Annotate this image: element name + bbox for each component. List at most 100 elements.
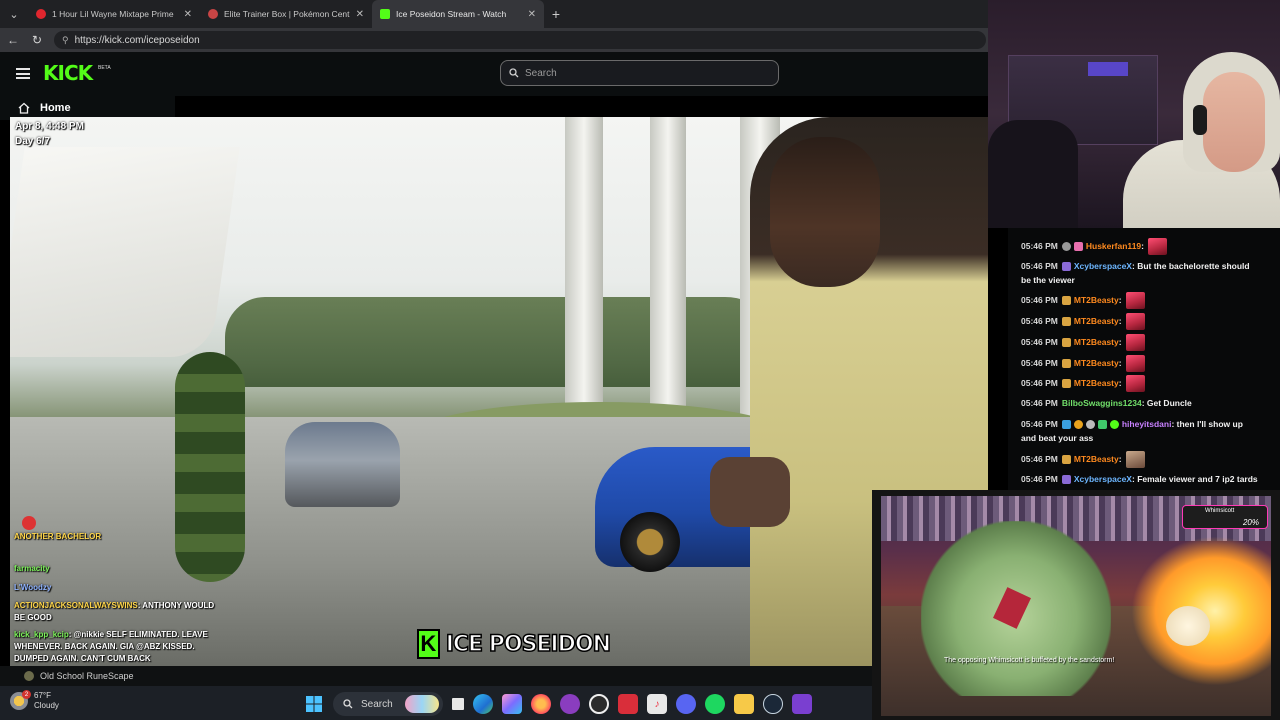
new-tab-button[interactable]: + — [544, 6, 568, 22]
address-bar-row: ← ↻ ⚲ https://kick.com/iceposeidon — [0, 28, 990, 52]
chat-message: 05:46 PM MT2Beasty: — [1021, 292, 1271, 309]
badge-icon — [1061, 359, 1071, 368]
battle-message: The opposing Whimsicott is buffeted by t… — [944, 657, 1115, 664]
chat-username[interactable]: XcyberspaceX — [1074, 261, 1132, 271]
opponent-pokemon-name: Whimsicott — [1205, 508, 1235, 514]
pokemon-center-favicon-icon — [208, 9, 218, 19]
kick-favicon-icon — [380, 9, 390, 19]
app-icon[interactable] — [560, 694, 580, 714]
spotify-icon[interactable] — [705, 694, 725, 714]
monitor — [1088, 62, 1128, 76]
app-purple-icon[interactable] — [792, 694, 812, 714]
badge-icon — [1097, 420, 1107, 430]
browser-tab-2[interactable]: Elite Trainer Box | Pokémon Cent ✕ — [200, 0, 372, 28]
category-label: Old School RuneScape — [40, 671, 134, 681]
kick-header: KICK BETA Search — [0, 52, 990, 96]
chat-username[interactable]: hiheyitsdani — [1122, 419, 1172, 429]
url-field[interactable]: ⚲ https://kick.com/iceposeidon — [54, 31, 986, 49]
badge-icon — [1061, 242, 1071, 251]
search-highlight-icon — [405, 695, 439, 713]
browser-tab-bar: ⌄ 1 Hour Lil Wayne Mixtape Prime ✕ Elite… — [0, 0, 990, 28]
chat-username[interactable]: MT2Beasty — [1074, 378, 1119, 388]
chat-message: 05:46 PM BilboSwaggins1234: Get Duncle — [1021, 398, 1192, 408]
copilot-icon[interactable] — [502, 694, 522, 714]
category-strip[interactable]: Old School RuneScape — [0, 666, 872, 686]
itunes-icon[interactable]: ♪ — [647, 694, 667, 714]
overlay-chat-line: farmacity — [14, 564, 50, 573]
chat-message: 05:46 PM XcyberspaceX: But the bacheloret… — [1021, 261, 1250, 272]
weather-icon: 2 — [10, 690, 31, 710]
video-player[interactable] — [10, 117, 988, 666]
chat-message-cont: and beat your ass — [1021, 433, 1094, 443]
stream-day-counter: Day 6/7 — [15, 136, 51, 147]
pokemon-battle-screen — [881, 496, 1271, 716]
sidebar-item-label: Home — [40, 102, 71, 114]
badge-icon — [1073, 420, 1083, 430]
chat-emote-icon — [1125, 355, 1145, 372]
overlay-chat-line: WHENEVER. BACK AGAIN. GIA @ABZ KISSED. — [14, 642, 195, 651]
search-input[interactable]: Search — [500, 60, 779, 86]
close-tab-icon[interactable]: ✕ — [356, 9, 364, 20]
chat-message: 05:46 PM MT2Beasty: — [1021, 355, 1271, 372]
windows-start-icon[interactable] — [304, 694, 324, 714]
phone-hand — [710, 457, 790, 527]
chat-emote-icon — [1125, 313, 1145, 330]
chat-username[interactable]: MT2Beasty — [1074, 337, 1119, 347]
badge-icon — [1061, 475, 1071, 485]
menu-icon[interactable] — [16, 68, 30, 79]
chat-emote-icon — [1148, 238, 1168, 255]
obs-icon[interactable] — [589, 694, 609, 714]
overlay-chat-line: ACTIONJACKSONALWAYSWINS: ANTHONY WOULD — [14, 601, 215, 610]
close-tab-icon[interactable]: ✕ — [528, 9, 536, 20]
tab-list-chevron-icon[interactable]: ⌄ — [0, 0, 28, 28]
weather-widget[interactable]: 2 67°F Cloudy — [10, 690, 59, 711]
file-explorer-icon[interactable] — [734, 694, 754, 714]
overlay-chat-line: kick_kpp_kcip: @nikkie SELF ELIMINATED. … — [14, 630, 208, 639]
trees — [225, 297, 785, 387]
beta-label: BETA — [98, 65, 111, 71]
stream-timestamp: Apr 8, 4:48 PM — [15, 121, 84, 132]
streamer-face — [1203, 72, 1265, 172]
chat-message-cont: be the viewer — [1021, 275, 1075, 285]
youtube-favicon-icon — [36, 9, 46, 19]
close-tab-icon[interactable]: ✕ — [184, 9, 192, 20]
weather-temp: 67°F — [34, 691, 51, 700]
kick-k-logo: K — [417, 629, 440, 659]
column — [565, 117, 603, 447]
chat-username[interactable]: BilboSwaggins1234 — [1062, 398, 1142, 408]
badge-icon — [1061, 262, 1071, 272]
app-red-icon[interactable] — [618, 694, 638, 714]
overlay-chat-line: BE GOOD — [14, 613, 52, 622]
ice-poseidon-banner: K ICE POSEIDON — [414, 626, 612, 662]
chat-message: 05:46 PM MT2Beasty: — [1021, 313, 1271, 330]
browser-tab-3[interactable]: Ice Poseidon Stream - Watch ✕ — [372, 0, 544, 28]
car-wheel — [620, 512, 680, 572]
browser-tab-1[interactable]: 1 Hour Lil Wayne Mixtape Prime ✕ — [28, 0, 200, 28]
edge-icon[interactable] — [473, 694, 493, 714]
chat-message: 05:46 PM MT2Beasty: — [1021, 375, 1271, 392]
taskbar-search[interactable]: Search — [333, 692, 443, 716]
chat-username[interactable]: XcyberspaceX — [1074, 474, 1132, 484]
discord-icon[interactable] — [676, 694, 696, 714]
chat-username[interactable]: Huskerfan119 — [1086, 241, 1141, 251]
opponent-hp-percent: 20% — [1242, 518, 1259, 527]
chat-message: 05:46 PM hiheyitsdani: then I'll show up — [1021, 419, 1243, 430]
search-placeholder: Search — [525, 67, 557, 79]
reload-icon[interactable]: ↻ — [30, 33, 44, 47]
tab-title: Elite Trainer Box | Pokémon Cent — [224, 9, 350, 19]
chat-username[interactable]: MT2Beasty — [1074, 358, 1119, 368]
back-arrow-icon[interactable]: ← — [6, 33, 20, 47]
chat-username[interactable]: MT2Beasty — [1074, 454, 1119, 464]
chat-emote-icon — [1125, 334, 1145, 351]
banner-text: ICE POSEIDON — [445, 631, 612, 658]
overlay-emote-icon — [22, 516, 36, 532]
chat-username[interactable]: MT2Beasty — [1074, 295, 1119, 305]
steam-icon[interactable] — [763, 694, 783, 714]
kick-logo[interactable]: KICK — [43, 61, 93, 85]
task-view-icon[interactable] — [452, 698, 464, 710]
firefox-icon[interactable] — [531, 694, 551, 714]
site-info-icon[interactable]: ⚲ — [62, 35, 69, 46]
chat-username[interactable]: MT2Beasty — [1074, 316, 1119, 326]
topiary — [175, 352, 245, 582]
chair — [988, 120, 1078, 228]
